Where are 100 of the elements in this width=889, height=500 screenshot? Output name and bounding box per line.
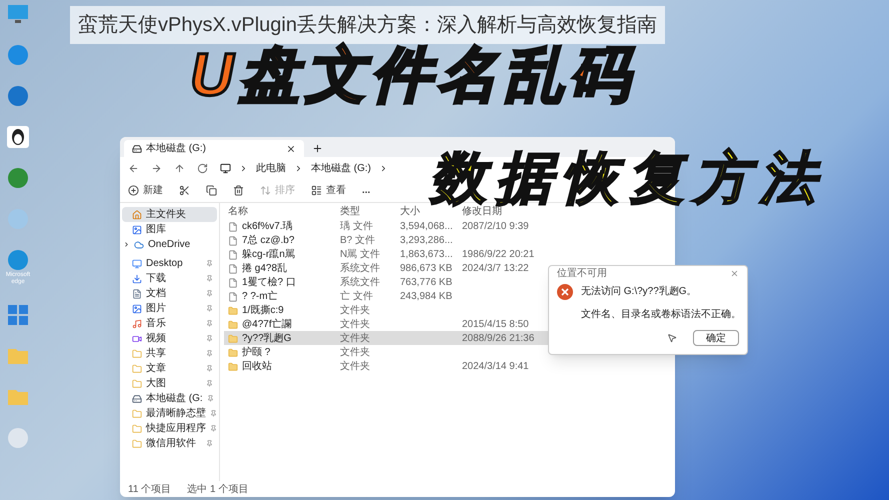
folder-icon [228,334,238,344]
more-button[interactable]: ... [362,183,370,198]
image-icon [132,304,142,314]
explorer-tab[interactable]: 本地磁盘 (G:) [124,140,304,157]
folder-icon [228,362,238,372]
file-name: ck6f%v7.瑀 [242,220,293,234]
file-type: 文件夹 [340,332,371,346]
tab-label: 本地磁盘 (G:) [146,142,207,156]
file-name: @4?7f亡讕 [242,318,292,332]
pin-icon[interactable] [206,365,213,372]
pin-icon[interactable] [206,320,213,327]
sidebar-item[interactable]: Desktop [122,256,217,271]
delete-icon[interactable] [233,185,244,196]
sidebar-item[interactable]: 微信用软件 [122,436,217,451]
folder-icon [228,320,238,330]
sidebar-item[interactable]: 文章 [122,361,217,376]
file-row[interactable]: ck6f%v7.瑀 瑀 文件 3,594,068... 2087/2/10 9:39 [224,219,671,233]
chevron-icon [239,164,248,172]
article-title: 蛮荒天使vPhysX.vPlugin丢失解决方案：深入解析与高效恢复指南 [70,6,665,44]
list-view-icon [311,185,322,196]
cursor-icon [667,333,677,343]
folder-icon [228,348,238,358]
file-type: B? 文件 [340,234,376,248]
pin-icon[interactable] [210,410,217,417]
sidebar-item[interactable]: OneDrive [122,237,217,252]
folder-icon [132,378,142,388]
sidebar-item[interactable]: 图片 [122,301,217,316]
file-type: 文件夹 [340,360,371,374]
file-date: 1986/9/22 20:21 [462,248,536,262]
sidebar-item[interactable]: 大图 [122,376,217,391]
column-header[interactable]: 类型 [340,204,400,218]
image-icon [132,224,142,234]
sidebar-item[interactable]: 共享 [122,346,217,361]
doc-icon [132,288,142,298]
file-name: 1矍て檢? 口 [242,276,296,290]
file-row[interactable]: 护颐 ? 文件夹 [224,345,671,359]
sidebar-item[interactable]: 主文件夹 [122,207,217,222]
file-size: 3,594,068... [400,220,454,234]
subheadline: 数据恢复方法 [430,150,826,206]
sidebar-item[interactable]: 音乐 [122,316,217,331]
file-name: 护颐 ? [242,346,270,360]
error-message: 无法访问 G:\?y??乳趔G。 [581,284,698,299]
file-size: 3,293,286... [400,234,454,248]
ok-button[interactable]: 确定 [693,330,739,346]
file-date: 2024/3/14 9:41 [462,360,530,374]
sidebar-item[interactable]: 最清晰静态壁 [122,406,217,421]
cut-icon[interactable] [179,185,190,196]
sort-icon [260,185,271,196]
pin-icon[interactable] [206,395,214,402]
forward-icon[interactable] [151,162,162,174]
pin-icon[interactable] [206,290,213,297]
address-bar[interactable]: 此电脑 本地磁盘 (G:) [220,160,388,176]
new-tab-icon[interactable] [312,143,323,154]
new-button[interactable]: 新建 [128,183,163,198]
error-icon [557,284,573,300]
copy-icon[interactable] [206,185,217,196]
file-icon [228,264,238,274]
file-icon [228,250,238,260]
file-size: 763,776 KB [400,276,454,290]
pin-icon[interactable] [206,260,213,267]
file-name: 回收站 [242,360,272,374]
sidebar-item[interactable]: 文档 [122,286,217,301]
drive-icon [132,394,142,404]
file-row[interactable]: 回收站 文件夹 2024/3/14 9:41 [224,359,671,373]
refresh-icon[interactable] [197,162,208,174]
sidebar-item[interactable]: 图库 [122,222,217,237]
column-header[interactable]: 名称 [228,204,340,218]
close-icon[interactable] [286,144,296,154]
penguin-icon[interactable] [6,125,30,149]
monitor-icon[interactable] [6,2,30,26]
file-row[interactable]: 7总 cz@.b? B? 文件 3,293,286... [224,233,671,247]
file-row[interactable]: 躲cg-r躥n駡 N駡 文件 1,863,673... 1986/9/22 20:21 [224,247,671,261]
folder-icon [228,306,238,316]
file-size: 986,673 KB [400,262,454,276]
pin-icon[interactable] [206,350,213,357]
file-type: 文件夹 [340,346,371,360]
expand-icon[interactable] [123,241,130,248]
back-icon[interactable] [128,162,139,174]
status-text: 11 个项目 [128,482,172,496]
file-type: 文件夹 [340,318,371,332]
up-icon[interactable] [174,162,185,174]
sidebar-item[interactable]: 视频 [122,331,217,346]
sidebar-item[interactable]: 本地磁盘 (G: [122,391,217,406]
file-type: 瑀 文件 [340,220,374,234]
folder-icon [132,438,142,448]
breadcrumb-item[interactable]: 本地磁盘 (G:) [311,160,371,176]
pin-icon[interactable] [206,305,213,312]
tiles-icon[interactable] [6,303,30,327]
file-date: 2024/3/7 13:22 [462,262,530,276]
pin-icon[interactable] [206,380,213,387]
file-name: ?y??乳趔G [242,332,292,346]
pin-icon[interactable] [206,440,213,447]
pin-icon[interactable] [210,425,217,432]
sidebar-item[interactable]: 下载 [122,271,217,286]
pin-icon[interactable] [206,275,213,282]
pin-icon[interactable] [206,335,213,342]
file-date: 2087/2/10 9:39 [462,220,530,234]
breadcrumb-item[interactable]: 此电脑 [256,160,286,176]
sidebar-item[interactable]: 快捷应用程序 [122,421,217,436]
view-button[interactable]: 查看 [311,183,346,198]
